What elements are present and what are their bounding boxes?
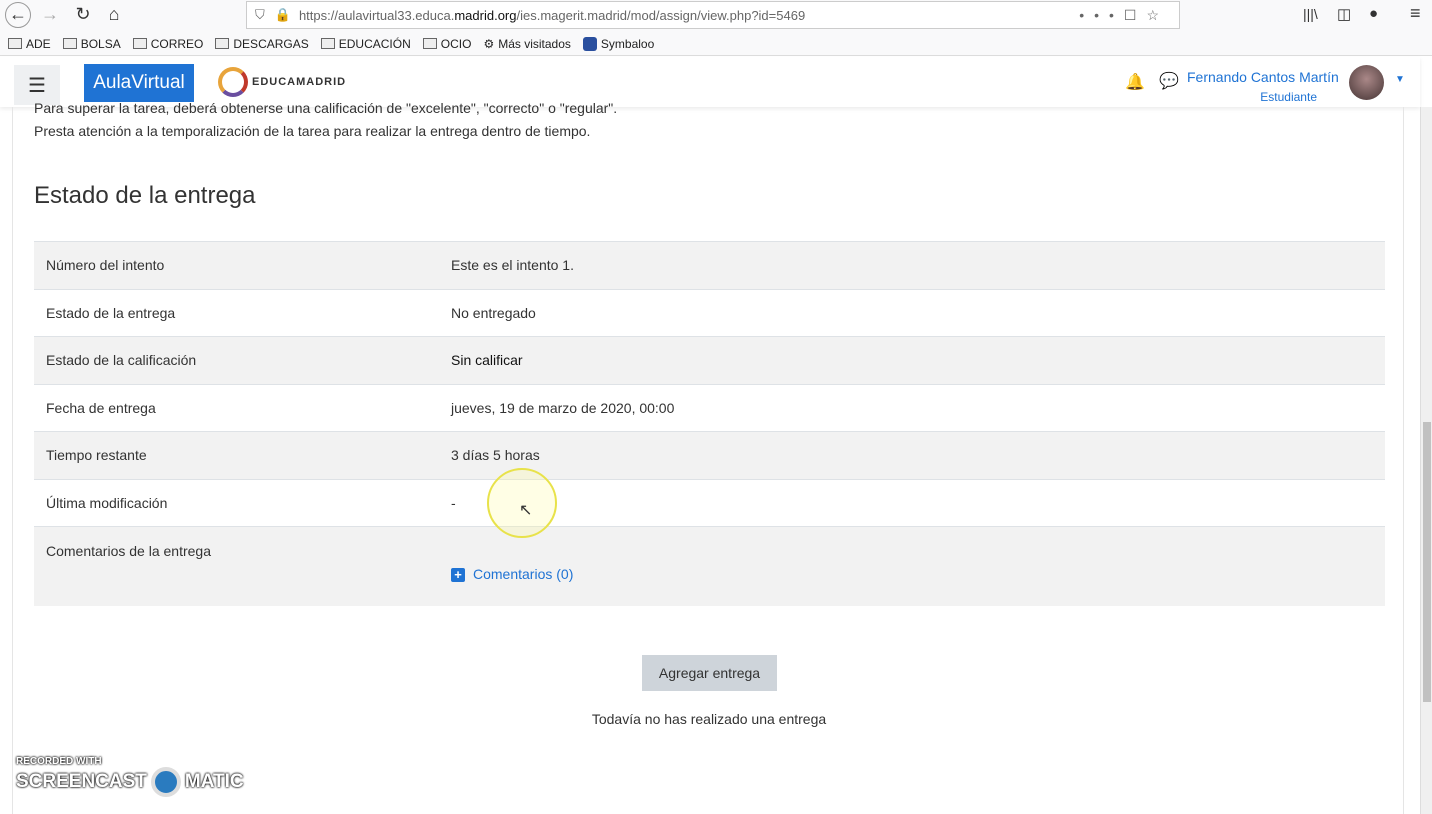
table-row: Estado de la entrega No entregado <box>34 288 1385 337</box>
table-row: Tiempo restante 3 días 5 horas <box>34 431 1385 479</box>
folder-icon <box>422 38 437 49</box>
scrollbar-thumb[interactable] <box>1423 422 1431 702</box>
folder-icon <box>8 38 22 49</box>
watermark-text: RECORDED WITH <box>16 756 102 767</box>
row-value: Este es el intento 1. <box>439 241 1385 289</box>
bell-icon[interactable]: 🔔 <box>1125 72 1145 92</box>
bookmark-label: OCIO <box>440 36 472 51</box>
page-actions-icon[interactable]: •••☐☆ <box>1079 7 1169 24</box>
watermark-text: SCREENCAST <box>16 771 147 792</box>
bookmarks-bar: ADE BOLSA CORREO DESCARGAS EDUCACIÓN OCI… <box>0 32 1432 56</box>
nav-drawer-button[interactable]: ☰ <box>14 65 60 105</box>
comments-link[interactable]: + Comentarios (0) <box>451 566 574 583</box>
address-bar[interactable]: ⛉ 🔒 https://aulavirtual33.educa.madrid.o… <box>246 1 1180 29</box>
forward-button[interactable]: → <box>38 4 62 25</box>
bookmark-ade[interactable]: ADE <box>8 37 51 51</box>
row-value: - <box>439 478 1385 527</box>
bookmark-label: ADE <box>26 36 51 51</box>
no-submission-message: Todavía no has realizado una entrega <box>591 711 827 727</box>
row-label: Fecha de entrega <box>34 383 439 432</box>
user-name[interactable]: Fernando Cantos Martín <box>1187 69 1339 85</box>
home-button[interactable]: ⌂ <box>102 4 126 25</box>
bookmark-correo[interactable]: CORREO <box>132 36 204 51</box>
chat-icon[interactable]: 💬 <box>1159 71 1179 91</box>
main-content: Para superar la tarea, deberá obtenerse … <box>12 100 1404 814</box>
bookmark-mas-visitados[interactable]: ⚙ Más visitados <box>483 37 570 51</box>
table-row: Número del intento Este es el intento 1. <box>34 241 1385 289</box>
folder-icon <box>132 38 147 49</box>
logo-icon <box>218 67 248 97</box>
table-row: Comentarios de la entrega + Comentarios (0… <box>34 526 1385 606</box>
educamadrid-logo[interactable]: EducaMadrid <box>218 67 346 97</box>
user-role: Estudiante <box>1260 90 1317 104</box>
bookmark-label: BOLSA <box>80 36 121 51</box>
bookmark-ocio[interactable]: OCIO <box>422 36 472 51</box>
section-title: Estado de la entrega <box>34 182 256 209</box>
back-button[interactable]: ← <box>5 2 31 28</box>
gear-icon: ⚙ <box>483 36 495 51</box>
sidebar-icon[interactable]: ◫ <box>1337 5 1351 23</box>
scrollbar[interactable] <box>1420 107 1432 814</box>
comments-label: Comentarios (0) <box>473 566 574 583</box>
row-label: Comentarios de la entrega <box>34 526 439 606</box>
table-row: Estado de la calificación Sin calificar <box>34 336 1385 384</box>
row-label: Estado de la entrega <box>34 288 439 337</box>
row-label: Última modificación <box>34 478 439 527</box>
url-path: /ies.magerit.madrid/mod/assign/view.php?… <box>516 7 806 23</box>
bookmark-label: EDUCACIÓN <box>338 36 411 51</box>
account-icon[interactable]: ● <box>1369 5 1378 22</box>
screencast-logo-icon <box>150 767 181 797</box>
menu-icon[interactable]: ≡ <box>1410 3 1421 24</box>
add-submission-button[interactable]: Agregar entrega <box>642 655 777 691</box>
chevron-down-icon[interactable]: ▼ <box>1395 74 1405 85</box>
brand-link[interactable]: AulaVirtual <box>84 64 194 102</box>
intro-text: Presta atención a la temporalización de … <box>34 123 591 139</box>
intro-text: Para superar la tarea, deberá obtenerse … <box>34 100 618 116</box>
mouse-cursor-icon: ↖ <box>519 502 533 519</box>
library-icon[interactable]: |||\ <box>1303 6 1318 22</box>
row-value: jueves, 19 de marzo de 2020, 00:00 <box>439 383 1385 432</box>
watermark-text: MATIC <box>184 771 244 792</box>
bookmark-bolsa[interactable]: BOLSA <box>62 36 121 51</box>
folder-icon <box>62 38 77 49</box>
row-label: Estado de la calificación <box>34 336 439 384</box>
bookmark-label: DESCARGAS <box>233 36 309 51</box>
avatar[interactable] <box>1349 65 1384 100</box>
shield-icon: ⛉ <box>255 7 265 22</box>
bookmark-label: Symbaloo <box>600 36 655 51</box>
row-value: No entregado <box>439 288 1385 337</box>
bookmark-symbaloo[interactable]: Symbaloo <box>582 36 655 51</box>
table-row: Fecha de entrega jueves, 19 de marzo de 2… <box>34 383 1385 432</box>
row-value: 3 días 5 horas <box>439 431 1385 479</box>
plus-icon: + <box>451 568 465 583</box>
folder-icon <box>320 38 335 49</box>
bookmark-educacion[interactable]: EDUCACIÓN <box>320 36 411 51</box>
submission-status-table: Número del intento Este es el intento 1. … <box>34 241 1385 606</box>
screencast-watermark: RECORDED WITH SCREENCAST MATIC <box>16 756 244 797</box>
bookmark-label: Más visitados <box>498 36 571 51</box>
url-domain: madrid.org <box>454 7 517 23</box>
lock-icon: 🔒 <box>274 7 291 22</box>
bookmark-descargas[interactable]: DESCARGAS <box>215 36 309 51</box>
table-row: Última modificación - <box>34 478 1385 527</box>
folder-icon <box>215 38 230 49</box>
row-value: Sin calificar <box>439 336 1385 384</box>
bookmark-label: CORREO <box>150 36 204 51</box>
reload-button[interactable]: ↻ <box>71 4 95 25</box>
row-label: Número del intento <box>34 241 439 289</box>
url-prefix: https://aulavirtual33.educa. <box>298 7 455 23</box>
symbaloo-icon <box>582 36 597 51</box>
browser-toolbar: ← → ↻ ⌂ ⛉ 🔒 https://aulavirtual33.educa.… <box>0 0 1432 32</box>
row-label: Tiempo restante <box>34 431 439 479</box>
logo-text: EducaMadrid <box>252 76 347 88</box>
